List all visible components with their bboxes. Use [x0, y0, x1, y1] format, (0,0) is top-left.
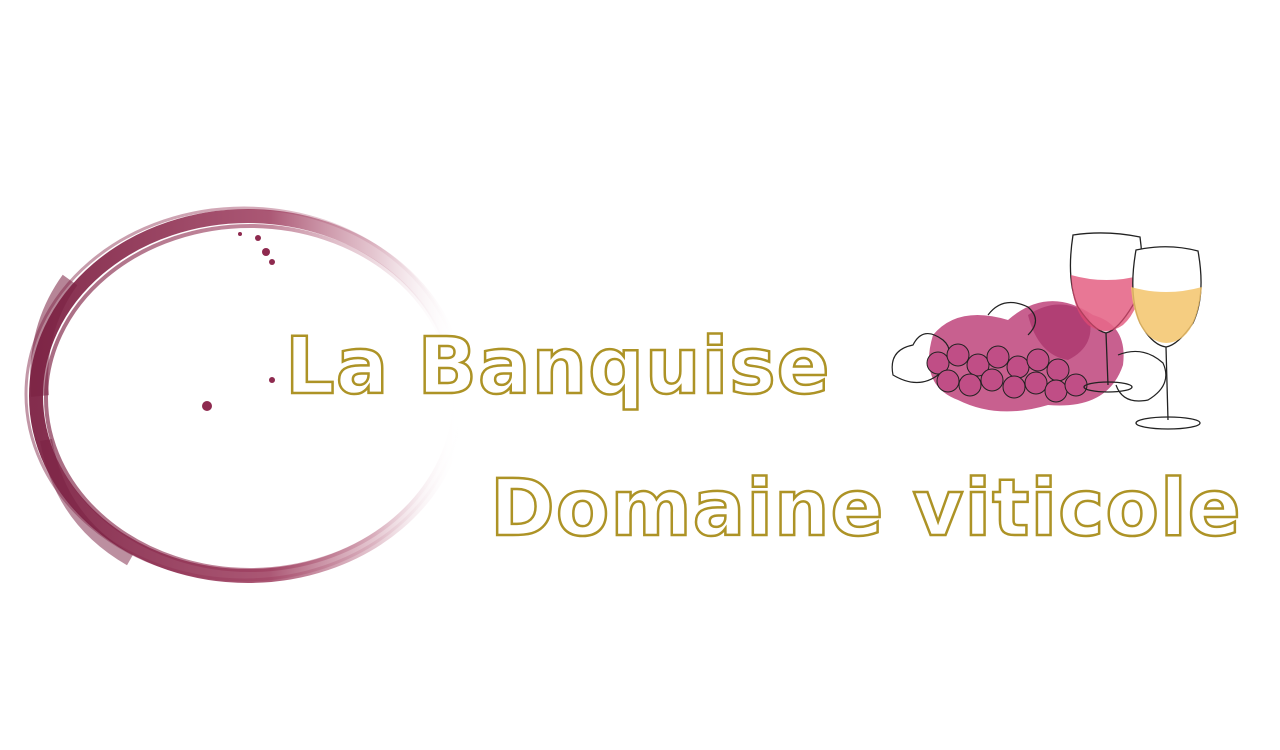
logo-title-line-1: La Banquise	[284, 322, 831, 412]
logo-canvas: La Banquise Domaine viticole	[0, 0, 1280, 750]
logo-title-line-2: Domaine viticole	[489, 464, 1242, 554]
wine-glasses-grapes-icon	[891, 232, 1202, 430]
